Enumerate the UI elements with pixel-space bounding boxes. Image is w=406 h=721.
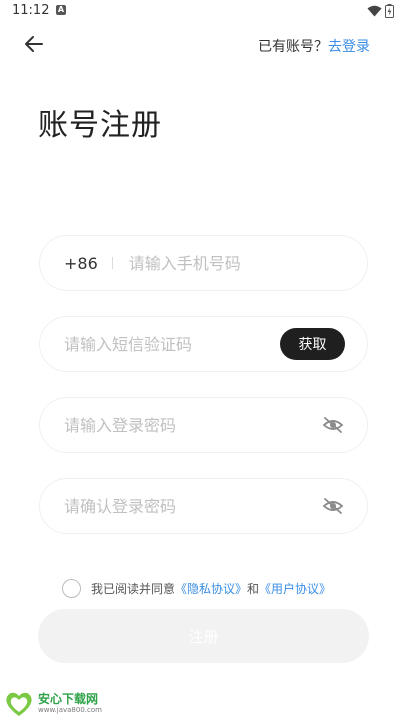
get-code-button[interactable]: 获取 [280, 328, 345, 360]
status-icons [367, 4, 394, 18]
watermark-url: www.java800.com [38, 706, 102, 714]
confirm-password-input[interactable] [64, 496, 321, 516]
site-watermark: 安心下载网 www.java800.com [4, 690, 102, 718]
agreement-checkbox[interactable] [62, 579, 81, 598]
password-field [39, 397, 368, 453]
status-bar: 11:12 A [0, 0, 406, 24]
toggle-confirm-visibility[interactable] [321, 494, 345, 518]
divider [111, 257, 113, 269]
watermark-name: 安心下载网 [38, 692, 99, 706]
notification-icon: A [56, 5, 66, 15]
back-arrow-icon [25, 36, 43, 52]
agreement-conjunction: 和 [247, 582, 260, 596]
user-agreement-link[interactable]: 《用户协议》 [259, 580, 331, 597]
page-title: 账号注册 [38, 108, 162, 143]
sms-code-field: 获取 [39, 316, 368, 372]
login-link-row: 已有账号？ 去登录 [258, 36, 370, 56]
eye-off-icon [322, 417, 344, 433]
status-time: 11:12 [12, 3, 50, 18]
sms-code-input[interactable] [64, 334, 280, 354]
phone-field: +86 [39, 235, 368, 291]
back-button[interactable] [20, 30, 48, 58]
heart-logo-icon [6, 692, 32, 716]
toggle-password-visibility[interactable] [321, 413, 345, 437]
country-code[interactable]: +86 [64, 254, 98, 273]
privacy-policy-link[interactable]: 《隐私协议》 [175, 580, 247, 597]
login-prompt: 已有账号？ [258, 39, 328, 55]
go-login-link[interactable]: 去登录 [328, 36, 370, 56]
register-button[interactable]: 注册 [38, 609, 369, 663]
register-screen: 11:12 A 已有账号？ 去登录 账号注册 +86 获取 [0, 0, 406, 721]
battery-icon [385, 4, 394, 18]
password-input[interactable] [64, 415, 321, 435]
wifi-icon [367, 5, 382, 17]
phone-input[interactable] [128, 253, 343, 273]
agreement-row: 我已阅读并同意 《隐私协议》 和 《用户协议》 [62, 579, 331, 598]
confirm-password-field [39, 478, 368, 534]
eye-off-icon [322, 498, 344, 514]
agreement-prefix: 我已阅读并同意 [91, 582, 176, 596]
